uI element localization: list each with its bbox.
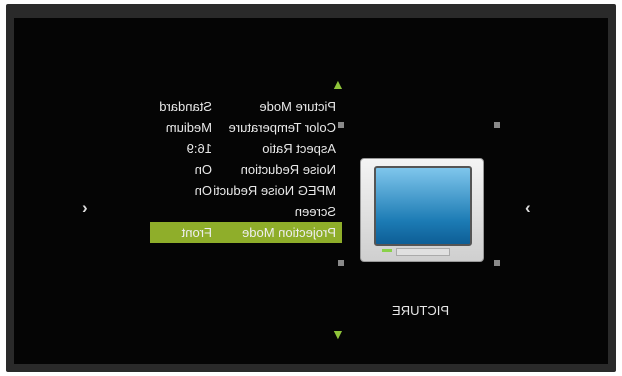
menu-item-value: Front bbox=[181, 225, 212, 240]
menu-item-value: On bbox=[194, 162, 212, 177]
menu-item-value: 16:9 bbox=[186, 141, 212, 156]
menu-item-aspect-ratio[interactable]: Aspect Ratio 16:9 bbox=[150, 138, 342, 159]
menu-item-color-temperature[interactable]: Color Temperature Medium bbox=[150, 117, 342, 138]
menu-item-label: Color Temperature bbox=[228, 120, 336, 135]
focus-corner-marker bbox=[494, 122, 500, 128]
menu-item-noise-reduction[interactable]: Noise Reduction On bbox=[150, 159, 342, 180]
tv-icon bbox=[360, 158, 484, 264]
menu-item-value: Medium bbox=[165, 120, 212, 135]
picture-settings-menu: Picture Mode Standard Color Temperature … bbox=[150, 96, 342, 243]
menu-item-picture-mode[interactable]: Picture Mode Standard bbox=[150, 96, 342, 117]
menu-item-label: Noise Reduction bbox=[240, 162, 336, 177]
nav-left-arrow-icon[interactable]: › bbox=[82, 198, 88, 218]
menu-item-screen[interactable]: Screen bbox=[150, 201, 342, 222]
nav-right-arrow-icon[interactable]: ‹ bbox=[525, 198, 531, 218]
menu-item-value: Standard bbox=[159, 99, 212, 114]
menu-item-label: Picture Mode bbox=[259, 99, 336, 114]
menu-item-mpeg-noise-reduction[interactable]: MPEG Noise Reducti On bbox=[150, 180, 342, 201]
focus-corner-marker bbox=[338, 260, 344, 266]
scroll-down-arrow-icon[interactable]: ▼ bbox=[331, 326, 345, 342]
menu-item-value: On bbox=[194, 183, 212, 198]
focus-corner-marker bbox=[494, 260, 500, 266]
osd-screen: ▲ ▼ › ‹ Picture Mode Standard Color Temp… bbox=[14, 18, 608, 364]
focus-corner-marker bbox=[338, 122, 344, 128]
menu-item-label: Screen bbox=[294, 204, 336, 219]
menu-item-label: Projection Mode bbox=[242, 225, 336, 240]
menu-item-label: MPEG Noise Reducti bbox=[213, 183, 336, 198]
menu-item-projection-mode[interactable]: Projection Mode Front bbox=[150, 222, 342, 243]
category-caption: PICTURE bbox=[392, 303, 450, 318]
scroll-up-arrow-icon[interactable]: ▲ bbox=[331, 76, 345, 92]
menu-item-label: Aspect Ratio bbox=[262, 141, 336, 156]
